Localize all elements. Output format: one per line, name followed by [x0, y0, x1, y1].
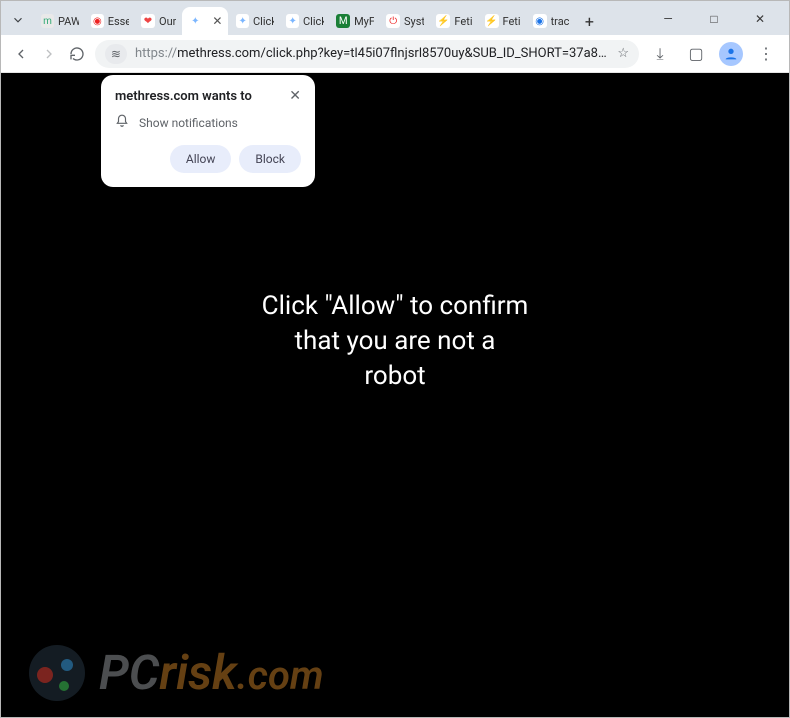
tab-favicon-icon: ◉ — [533, 14, 547, 28]
tab-favicon-icon: m — [41, 14, 54, 28]
tab-favicon-icon: ✦ — [286, 14, 299, 28]
watermark-pc: PC — [99, 644, 159, 701]
avatar-icon — [723, 46, 739, 62]
browser-tab[interactable]: ✦✕ — [182, 7, 228, 35]
tab-favicon-icon: ✦ — [188, 14, 202, 28]
download-icon: ⤓ — [656, 44, 663, 64]
site-settings-icon: ≋ — [111, 47, 121, 61]
site-info-chip[interactable]: ≋ — [105, 44, 127, 64]
permission-close-button[interactable]: ✕ — [289, 89, 301, 103]
browser-menu-button[interactable]: ⋮ — [753, 41, 779, 67]
permission-item-label: Show notifications — [139, 116, 238, 130]
url-scheme: https:// — [135, 46, 177, 61]
browser-tab[interactable]: ⚡ Feti — [430, 7, 476, 35]
tab-label: Click — [253, 15, 274, 28]
tab-label: Our — [159, 15, 176, 28]
tab-close-button[interactable]: ✕ — [210, 14, 224, 28]
nav-forward-button[interactable] — [39, 41, 59, 67]
watermark-text: PCrisk.com — [99, 649, 324, 698]
permission-title: methress.com wants to — [115, 89, 252, 104]
watermark-badge-icon — [29, 645, 85, 701]
page-message-line: robot — [1, 359, 789, 394]
url-path: methress.com/click.php?key=tl45i07flnjsr… — [177, 46, 609, 61]
panel-icon: ▢ — [688, 44, 703, 63]
downloads-button[interactable]: ⤓ — [647, 41, 673, 67]
nav-reload-button[interactable] — [67, 41, 87, 67]
tab-label: Feti — [454, 15, 472, 28]
page-message: Click "Allow" to confirm that you are no… — [1, 289, 789, 394]
window-maximize-button[interactable]: □ — [697, 7, 731, 31]
tab-label: MyF — [354, 15, 374, 28]
browser-toolbar: ≋ https://methress.com/click.php?key=tl4… — [1, 35, 789, 73]
nav-back-button[interactable] — [11, 41, 31, 67]
window-minimize-button[interactable]: — — [651, 7, 685, 31]
bookmark-star-icon[interactable]: ☆ — [617, 46, 629, 61]
browser-tab[interactable]: ✦ Click — [230, 7, 278, 35]
tab-favicon-icon: ⏻ — [386, 14, 400, 28]
permission-allow-button[interactable]: Allow — [170, 145, 232, 173]
watermark-risk: risk — [159, 644, 236, 701]
tab-favicon-icon: M — [336, 14, 350, 28]
tab-favicon-icon: ❤ — [141, 14, 155, 28]
page-viewport: methress.com wants to ✕ Show notificatio… — [1, 73, 789, 717]
toolbar-actions: ⤓ ▢ ⋮ — [647, 41, 779, 67]
tabs-dropdown-button[interactable] — [7, 9, 29, 31]
page-message-line: that you are not a — [1, 324, 789, 359]
tab-favicon-icon: ◉ — [91, 14, 104, 28]
kebab-menu-icon: ⋮ — [758, 44, 774, 63]
window-close-button[interactable]: ✕ — [743, 7, 777, 31]
browser-tab[interactable]: ✦ Click — [280, 7, 328, 35]
bell-icon — [115, 114, 129, 131]
browser-tab[interactable]: ◉ trac — [527, 7, 574, 35]
browser-tab[interactable]: ❤ Our — [135, 7, 180, 35]
tab-favicon-icon: ✦ — [236, 14, 249, 28]
window-controls: — □ ✕ — [651, 7, 783, 31]
tab-label: Esse — [108, 15, 129, 28]
browser-tab[interactable]: ◉ Esse — [85, 7, 133, 35]
side-panel-button[interactable]: ▢ — [683, 41, 709, 67]
new-tab-button[interactable]: + — [577, 9, 601, 33]
url-text: https://methress.com/click.php?key=tl45i… — [135, 46, 609, 61]
browser-tab[interactable]: M MyF — [330, 7, 378, 35]
tab-label: Feti — [503, 15, 521, 28]
browser-tab[interactable]: ⏻ Syst — [380, 7, 428, 35]
address-bar[interactable]: ≋ https://methress.com/click.php?key=tl4… — [95, 40, 639, 68]
page-message-line: Click "Allow" to confirm — [1, 289, 789, 324]
tab-label: trac — [551, 15, 570, 28]
watermark: PCrisk.com — [29, 645, 324, 701]
notification-permission-prompt: methress.com wants to ✕ Show notificatio… — [101, 75, 315, 187]
tab-label: Syst — [404, 15, 424, 28]
tab-favicon-icon: ⚡ — [485, 14, 499, 28]
permission-block-button[interactable]: Block — [239, 145, 301, 173]
browser-tab[interactable]: ⚡ Feti — [479, 7, 525, 35]
tab-strip: mPAW◉Esse❤Our✦✕✦Click✦ClickMMyF⏻Syst⚡Fet… — [1, 1, 789, 35]
tab-label: PAW — [58, 15, 79, 28]
browser-window: mPAW◉Esse❤Our✦✕✦Click✦ClickMMyF⏻Syst⚡Fet… — [0, 0, 790, 718]
watermark-dotcom: .com — [237, 652, 324, 699]
tab-label: Click — [303, 15, 324, 28]
browser-tab[interactable]: m PAW — [35, 7, 83, 35]
profile-avatar-button[interactable] — [719, 42, 743, 66]
tab-favicon-icon: ⚡ — [436, 14, 450, 28]
